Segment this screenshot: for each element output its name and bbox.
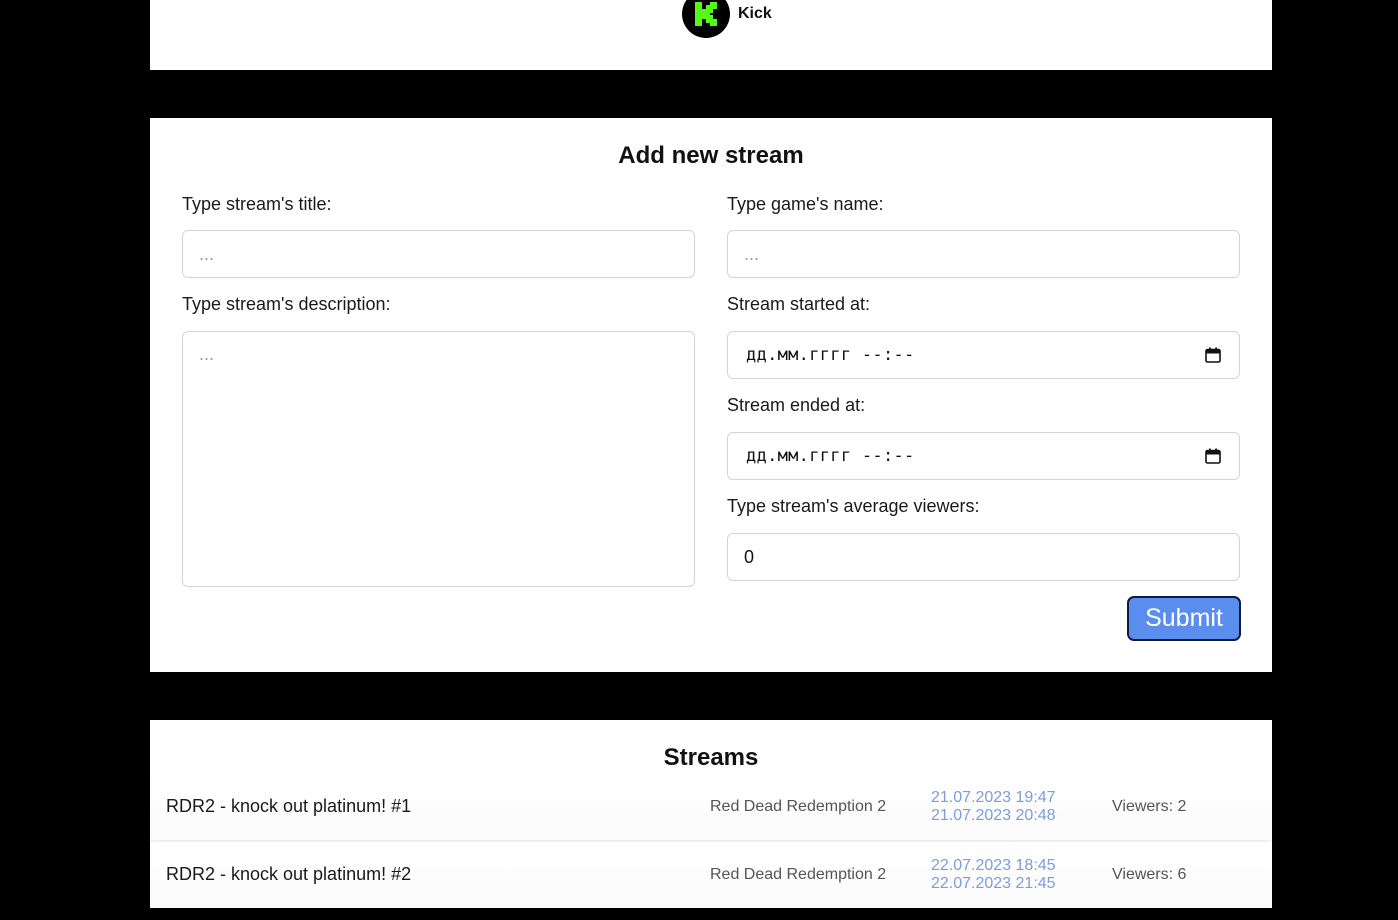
stream-game: Red Dead Redemption 2	[710, 866, 887, 883]
stream-title-input[interactable]	[182, 230, 695, 278]
stream-started: 21.07.2023 19:47	[931, 789, 1056, 806]
calendar-icon[interactable]	[1205, 448, 1221, 464]
stream-title: RDR2 - knock out platinum! #2	[166, 864, 412, 884]
stream-viewers: Viewers: 6	[1112, 866, 1187, 883]
stream-dates: 22.07.2023 18:45 22.07.2023 21:45	[931, 857, 1056, 893]
game-name-input[interactable]	[727, 230, 1240, 278]
started-value: дд.мм.гггг --:--	[746, 345, 915, 365]
stream-description-textarea[interactable]	[182, 331, 695, 587]
add-stream-form: Add new stream Type stream's title: Type…	[150, 118, 1272, 672]
stream-started-input[interactable]: дд.мм.гггг --:--	[727, 331, 1240, 379]
platform-name: Kick	[738, 5, 772, 22]
viewers-label: Type stream's average viewers:	[727, 496, 980, 516]
ended-value: дд.мм.гггг --:--	[746, 446, 915, 466]
calendar-icon[interactable]	[1205, 347, 1221, 363]
title-label: Type stream's title:	[182, 194, 332, 214]
stream-ended: 21.07.2023 20:48	[931, 807, 1056, 824]
platform-card: Kick	[150, 0, 1272, 70]
stream-game: Red Dead Redemption 2	[710, 798, 887, 815]
streams-list: Streams RDR2 - knock out platinum! #1 Re…	[150, 720, 1272, 908]
stream-viewers: Viewers: 2	[1112, 798, 1187, 815]
stream-row[interactable]: RDR2 - knock out platinum! #1 Red Dead R…	[150, 774, 1272, 840]
average-viewers-input[interactable]	[727, 533, 1240, 581]
form-title: Add new stream	[618, 142, 804, 169]
streams-title: Streams	[663, 744, 759, 771]
kick-logo-icon	[682, 0, 730, 38]
started-label: Stream started at:	[727, 294, 871, 314]
submit-button[interactable]: Submit	[1127, 596, 1241, 641]
stream-dates: 21.07.2023 19:47 21.07.2023 20:48	[931, 789, 1056, 825]
stream-ended-input[interactable]: дд.мм.гггг --:--	[727, 432, 1240, 480]
ended-label: Stream ended at:	[727, 395, 866, 415]
stream-started: 22.07.2023 18:45	[931, 857, 1056, 874]
stream-row[interactable]: RDR2 - knock out platinum! #2 Red Dead R…	[150, 842, 1272, 908]
description-label: Type stream's description:	[182, 294, 391, 314]
stream-ended: 22.07.2023 21:45	[931, 875, 1056, 892]
platform-item[interactable]: Kick	[682, 0, 772, 38]
stream-title: RDR2 - knock out platinum! #1	[166, 796, 412, 816]
game-label: Type game's name:	[727, 194, 884, 214]
